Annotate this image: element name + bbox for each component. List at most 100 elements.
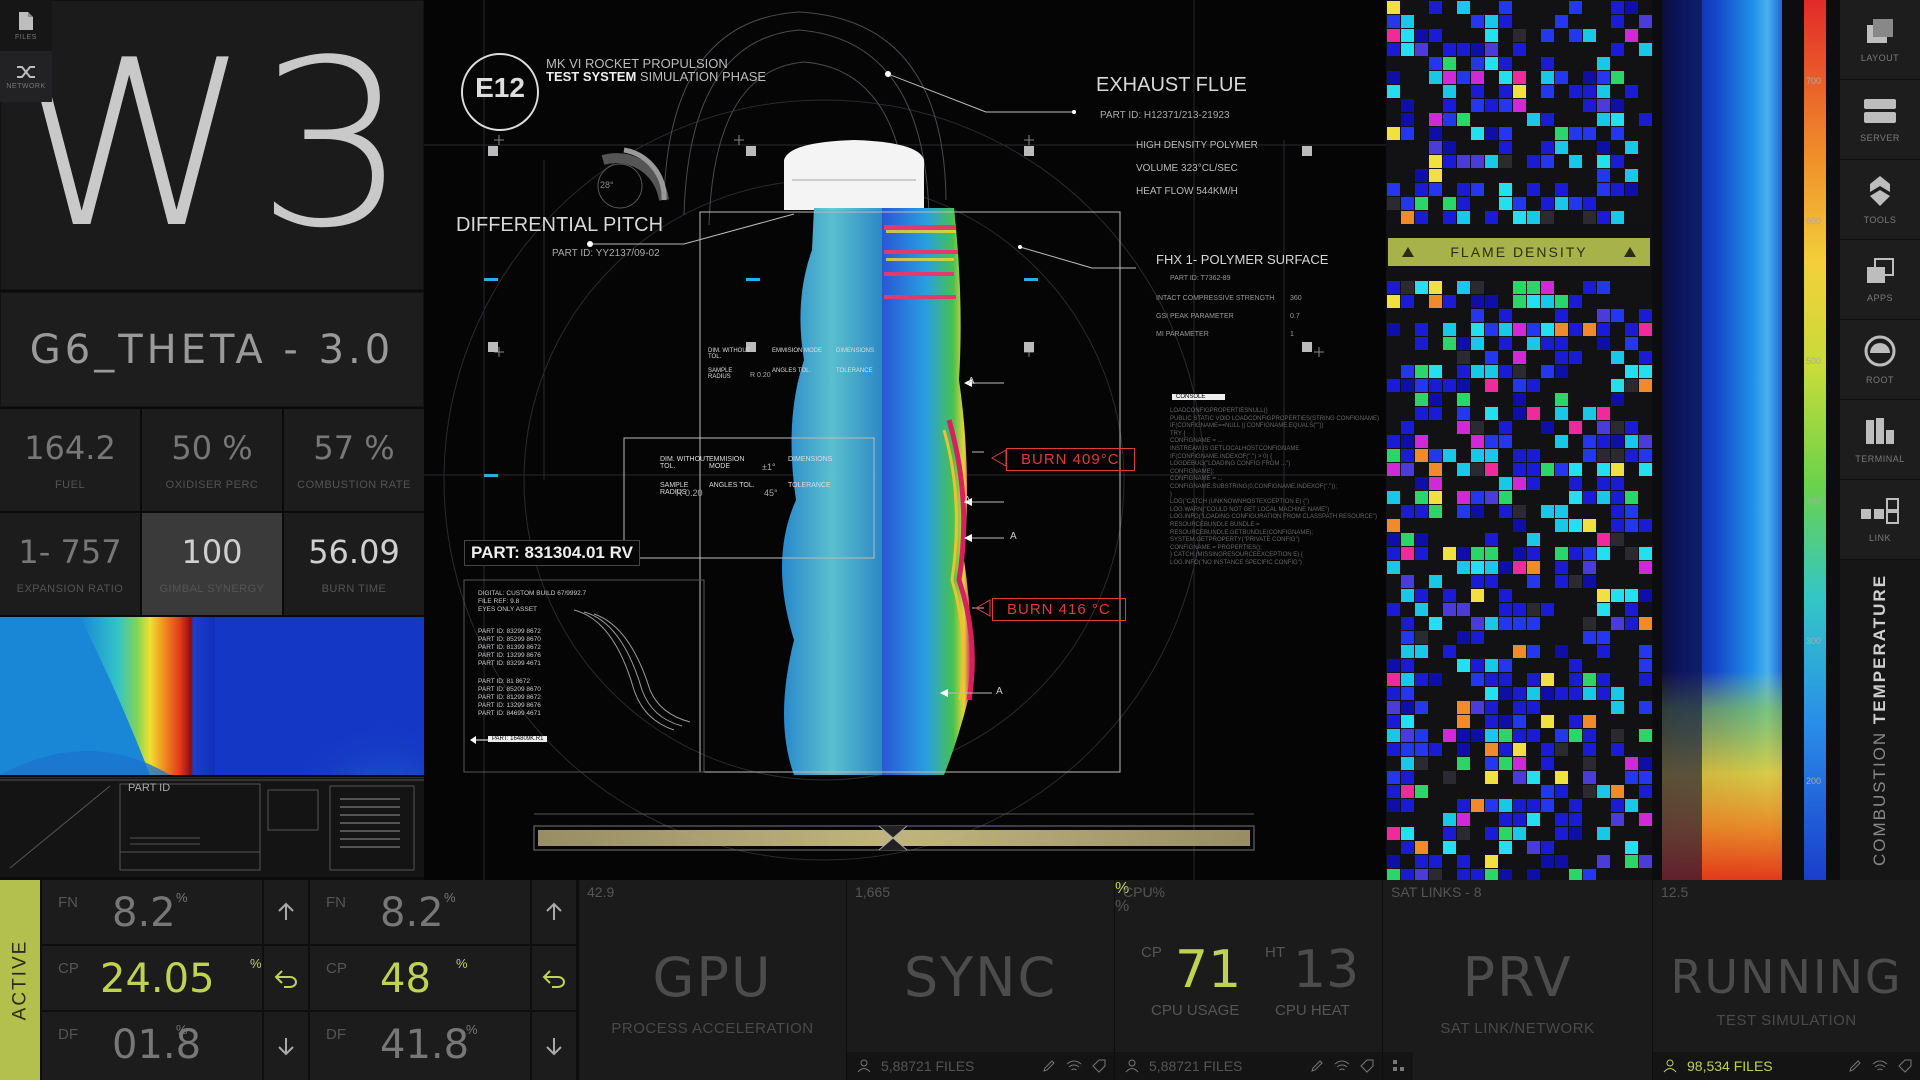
nav-tools[interactable]: TOOLS — [1840, 160, 1920, 240]
density-cell — [1415, 687, 1428, 700]
density-cell — [1415, 771, 1428, 784]
density-cell — [1429, 757, 1442, 770]
density-cell — [1597, 141, 1610, 154]
cpu-tile[interactable]: CPU% CP 71 % HT 13 % CPU USAGE CPU HEAT … — [1114, 880, 1382, 1080]
density-cell — [1401, 533, 1414, 546]
arrow-down-icon — [546, 1038, 562, 1056]
density-cell — [1555, 211, 1568, 224]
flame-density-bar[interactable]: FLAME DENSITY — [1388, 238, 1650, 266]
density-cell — [1443, 603, 1456, 616]
density-cell — [1443, 281, 1456, 294]
density-cell — [1583, 169, 1596, 182]
density-cell — [1429, 351, 1442, 364]
prv-tile[interactable]: SAT LINKS - 8 PRV SAT LINK/NETWORK — [1382, 880, 1652, 1080]
density-cell — [1625, 169, 1638, 182]
density-cell — [1611, 351, 1624, 364]
density-cell — [1429, 127, 1442, 140]
nav-apps[interactable]: APPS — [1840, 240, 1920, 320]
density-cell — [1471, 85, 1484, 98]
density-cell — [1583, 337, 1596, 350]
cpu-heat-label: CPU HEAT — [1275, 1002, 1350, 1019]
density-cell — [1569, 365, 1582, 378]
density-cell — [1443, 379, 1456, 392]
density-cell — [1471, 771, 1484, 784]
density-cell — [1471, 141, 1484, 154]
density-cell — [1583, 785, 1596, 798]
dim-col: DIM. WITHOUT TOL. — [660, 456, 710, 470]
density-cell — [1555, 841, 1568, 854]
density-cell — [1387, 519, 1400, 532]
density-cell — [1415, 141, 1428, 154]
undo-button[interactable] — [264, 946, 308, 1010]
density-cell — [1415, 337, 1428, 350]
density-cell — [1583, 71, 1596, 84]
density-cell — [1541, 841, 1554, 854]
density-cell — [1611, 631, 1624, 644]
cp-value: 24.05 — [100, 956, 215, 1002]
console-line: SYSTEM.GETPROPERTY("PRIVATE CONFIG") — [1170, 537, 1300, 544]
density-cell — [1429, 603, 1442, 616]
density-cell — [1639, 323, 1652, 336]
cp-cell: CP 24.05 % — [42, 946, 262, 1010]
density-cell — [1611, 197, 1624, 210]
density-cell — [1611, 743, 1624, 756]
fhx-row-value: 1 — [1290, 331, 1294, 338]
density-cell — [1597, 589, 1610, 602]
density-cell — [1611, 295, 1624, 308]
undo-button[interactable] — [532, 946, 576, 1010]
density-cell — [1639, 43, 1652, 56]
density-cell — [1471, 547, 1484, 560]
stat-label: BURN TIME — [321, 583, 387, 595]
density-cell — [1611, 449, 1624, 462]
density-cell — [1583, 15, 1596, 28]
density-cell — [1611, 715, 1624, 728]
density-cell — [1513, 589, 1526, 602]
header-rest: SIMULATION PHASE — [636, 69, 767, 84]
stat-gimbal-synergy[interactable]: 100 GIMBAL SYNERGY — [142, 513, 282, 615]
density-cell — [1625, 757, 1638, 770]
blueprint-title: PART ID — [128, 782, 171, 794]
density-cell — [1513, 57, 1526, 70]
density-cell — [1499, 449, 1512, 462]
density-cell — [1513, 715, 1526, 728]
density-cell — [1485, 393, 1498, 406]
nav-terminal[interactable]: TERMINAL — [1840, 400, 1920, 480]
density-cell — [1611, 141, 1624, 154]
density-cell — [1555, 715, 1568, 728]
density-cell — [1625, 855, 1638, 868]
nav-root[interactable]: ROOT — [1840, 320, 1920, 400]
active-strip[interactable]: ACTIVE — [0, 880, 40, 1080]
burn-tag-2: BURN 416 °C — [992, 598, 1126, 621]
density-cell — [1625, 673, 1638, 686]
sync-tile[interactable]: 1,665 SYNC 5,88721 FILES — [846, 880, 1114, 1080]
density-cell — [1429, 407, 1442, 420]
part-id: PART ID: 81 8672 — [478, 678, 531, 685]
gpu-tile[interactable]: 42.9 GPU PROCESS ACCELERATION — [578, 880, 846, 1080]
increase-button[interactable] — [264, 880, 308, 944]
density-cell — [1429, 57, 1442, 70]
density-cell — [1555, 617, 1568, 630]
files-button[interactable]: FILES — [0, 0, 52, 51]
running-tile[interactable]: 12.5 RUNNING TEST SIMULATION 98,534 FILE… — [1652, 880, 1920, 1080]
density-cell — [1527, 589, 1540, 602]
density-cell — [1443, 799, 1456, 812]
nav-layout[interactable]: LAYOUT — [1840, 0, 1920, 80]
network-button[interactable]: NETWORK — [0, 51, 52, 102]
decrease-button[interactable] — [532, 1012, 576, 1080]
density-cell — [1443, 659, 1456, 672]
increase-button[interactable] — [532, 880, 576, 944]
nav-label: TERMINAL — [1855, 453, 1905, 464]
tile-footer: 5,88721 FILES — [847, 1052, 1114, 1080]
decrease-button[interactable] — [264, 1012, 308, 1080]
density-cell — [1443, 197, 1456, 210]
tile-footer — [1383, 1052, 1413, 1080]
marker-a: A — [1010, 531, 1017, 542]
nav-server[interactable]: SERVER — [1840, 80, 1920, 160]
density-cell — [1541, 211, 1554, 224]
nav-link[interactable]: LINK — [1840, 480, 1920, 560]
df-value: 41.8 — [380, 1022, 470, 1068]
density-cell — [1555, 687, 1568, 700]
density-cell — [1611, 477, 1624, 490]
density-cell — [1471, 323, 1484, 336]
simulation-viewport: E12 MK VI ROCKET PROPULSION TEST SYSTEM … — [424, 0, 1386, 880]
